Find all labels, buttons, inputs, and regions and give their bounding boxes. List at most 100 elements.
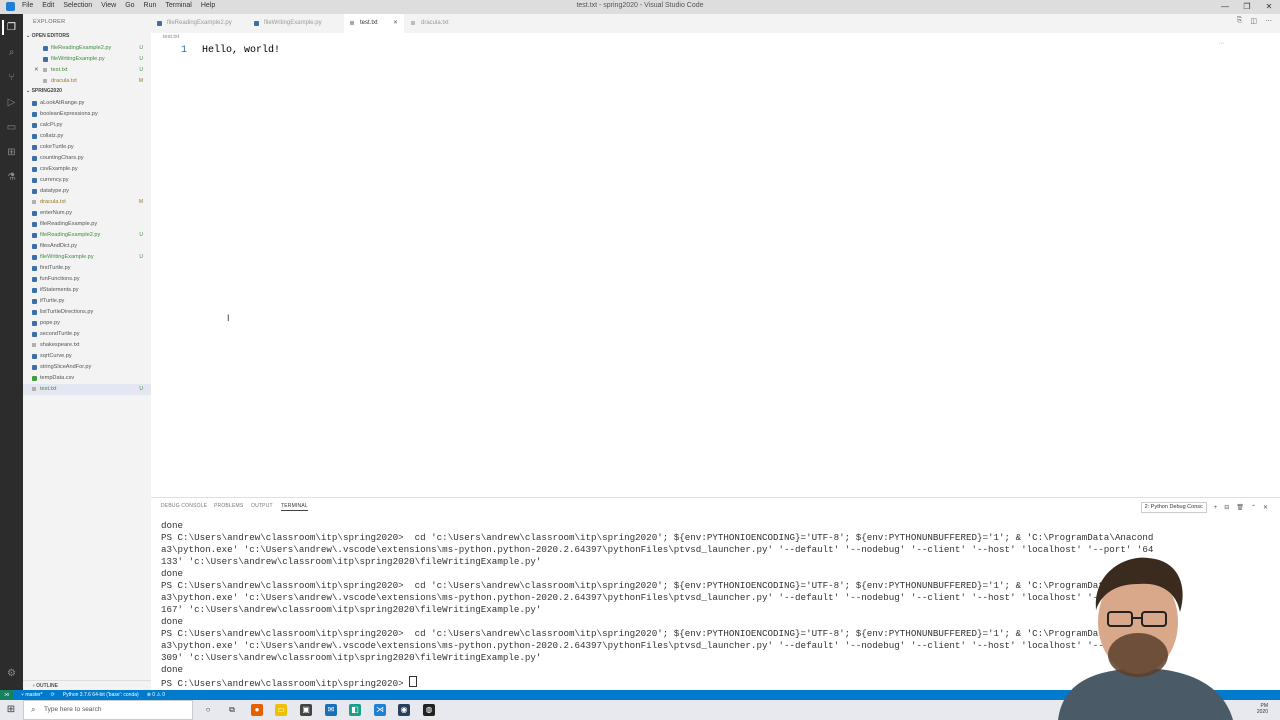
file-item[interactable]: fileWritingExample.py U [23, 54, 151, 65]
extensions-icon[interactable]: ⊞ [4, 145, 19, 160]
file-item[interactable]: ifStatements.py [23, 285, 151, 296]
branch-indicator[interactable]: ⑂ master* [21, 690, 43, 700]
remote-icon[interactable]: ⋊ [0, 690, 13, 700]
sync-icon[interactable]: ⟳ [51, 690, 55, 700]
obs-icon[interactable]: ◍ [423, 704, 435, 716]
python-file-icon [32, 134, 37, 139]
outline-section[interactable]: › OUTLINE [23, 680, 151, 690]
tab-dracula-txt[interactable]: dracula.txt [405, 14, 465, 33]
flask-icon[interactable]: ⚗ [4, 170, 19, 185]
file-item[interactable]: booleanExpressions.py [23, 109, 151, 120]
tab-debug-console[interactable]: DEBUG CONSOLE [161, 503, 207, 509]
file-item[interactable]: csvExample.py [23, 164, 151, 175]
close-editor-icon[interactable]: ✕ [34, 65, 39, 76]
activity-bar: ❐ ⌕ ⑂ ▷ ▭ ⊞ ⚗ ⚙ [0, 14, 23, 690]
close-panel-icon[interactable]: ✕ [1263, 504, 1268, 511]
file-item[interactable]: ✕ test.txt U [23, 65, 151, 76]
source-control-icon[interactable]: ⑂ [4, 70, 19, 85]
terminal-line: 133' 'c:\Users\andrew\classroom\itp\spri… [161, 556, 542, 567]
tab-filewritingexample[interactable]: fileWritingExample.py [248, 14, 343, 33]
run-debug-icon[interactable]: ▷ [4, 95, 19, 110]
new-terminal-icon[interactable]: + [1214, 505, 1218, 511]
file-item[interactable]: dracula.txt M [23, 197, 151, 208]
open-changes-icon[interactable]: ⎘ [1237, 17, 1243, 25]
minimize-button[interactable]: — [1214, 0, 1236, 14]
split-terminal-icon[interactable]: ⊟ [1224, 504, 1229, 511]
search-icon[interactable]: ⌕ [4, 45, 19, 60]
tab-close-icon[interactable]: ✕ [393, 14, 398, 33]
taskbar-clock[interactable]: PM 2020 [1257, 703, 1268, 715]
firefox-icon[interactable]: ● [251, 704, 263, 716]
terminal-line: PS C:\Users\andrew\classroom\itp\spring2… [161, 580, 1154, 591]
folder-section[interactable]: ⌄ SPRING2020 [23, 87, 151, 96]
windows-start-icon[interactable]: ⊞ [5, 704, 17, 716]
file-item[interactable]: test.txt U [23, 384, 151, 395]
folder-title: SPRING2020 [31, 88, 62, 94]
split-editor-icon[interactable]: ◫ [1250, 17, 1257, 25]
file-explorer-icon[interactable]: ▭ [275, 704, 287, 716]
file-item[interactable]: funFunctions.py [23, 274, 151, 285]
file-item[interactable]: aLookAtRange.py [23, 98, 151, 109]
remote-explorer-icon[interactable]: ▭ [4, 120, 19, 135]
code-line[interactable]: Hello, world! [202, 45, 280, 56]
file-item[interactable]: fileReadingExample.py [23, 219, 151, 230]
python-file-icon [32, 178, 37, 183]
python-file-icon [157, 21, 162, 26]
file-item[interactable]: filesAndDict.py [23, 241, 151, 252]
cortana-icon[interactable]: ○ [202, 704, 214, 716]
file-item[interactable]: currency.py [23, 175, 151, 186]
file-item[interactable]: fileWritingExample.py U [23, 252, 151, 263]
app-icon[interactable]: ◧ [349, 704, 361, 716]
explorer-icon[interactable]: ❐ [2, 20, 19, 35]
file-item[interactable]: stringSliceAndFor.py [23, 362, 151, 373]
mail-icon[interactable]: ✉ [325, 704, 337, 716]
trash-icon[interactable]: 🗑 [1236, 504, 1244, 511]
file-item[interactable]: countingChars.py [23, 153, 151, 164]
python-file-icon [32, 233, 37, 238]
file-item[interactable]: collatz.py [23, 131, 151, 142]
terminal-line: a3\python.exe' 'c:\Users\andrew\.vscode\… [161, 544, 1154, 555]
file-item[interactable]: datatype.py [23, 186, 151, 197]
terminal-output[interactable]: done PS C:\Users\andrew\classroom\itp\spr… [161, 520, 1153, 690]
problems-indicator[interactable]: ⊗ 0 ⚠ 0 [147, 690, 165, 700]
gear-icon[interactable]: ⚙ [4, 666, 19, 681]
store-icon[interactable]: ▣ [300, 704, 312, 716]
file-item[interactable]: fileReadingExample2.py U [23, 230, 151, 241]
tab-problems[interactable]: PROBLEMS [214, 503, 243, 509]
file-item[interactable]: listTurtleDirections.py [23, 307, 151, 318]
minimap-dots: ··· [1218, 40, 1225, 47]
title-bar: File Edit Selection View Go Run Terminal… [0, 0, 1280, 14]
tab-test-txt[interactable]: test.txt ✕ [344, 14, 404, 33]
file-name: booleanExpressions.py [40, 111, 98, 117]
steam-icon[interactable]: ◉ [398, 704, 410, 716]
editor-area[interactable]: 1 Hello, world! ··· [151, 40, 1280, 495]
file-name: ifStatements.py [40, 287, 79, 293]
more-actions-icon[interactable]: ⋯ [1265, 17, 1272, 25]
file-item[interactable]: firstTurtle.py [23, 263, 151, 274]
file-item[interactable]: dracula.txt M [23, 76, 151, 87]
maximize-button[interactable]: ❐ [1236, 0, 1258, 14]
maximize-panel-icon[interactable]: ⌃ [1251, 504, 1256, 511]
file-item[interactable]: fileReadingExample2.py U [23, 43, 151, 54]
open-editors-section[interactable]: ⌄ OPEN EDITORS [23, 32, 151, 41]
taskbar-search[interactable]: ⌕ Type here to search [23, 700, 193, 720]
tab-terminal[interactable]: TERMINAL [281, 503, 308, 511]
tab-output[interactable]: OUTPUT [251, 503, 273, 509]
task-view-icon[interactable]: ⧉ [226, 704, 238, 716]
vscode-taskbar-icon[interactable]: ⋊ [374, 704, 386, 716]
file-item[interactable]: tempData.csv [23, 373, 151, 384]
terminal-select[interactable]: 2: Python Debug Consc [1140, 502, 1207, 513]
file-item[interactable]: ifTurtle.py [23, 296, 151, 307]
file-item[interactable]: enterNum.py [23, 208, 151, 219]
file-item[interactable]: calcPi.py [23, 120, 151, 131]
file-item[interactable]: colorTurtle.py [23, 142, 151, 153]
file-item[interactable]: pope.py [23, 318, 151, 329]
python-interpreter[interactable]: Python 3.7.6 64-bit ('base': conda) [63, 690, 139, 700]
tab-filereadingexample2[interactable]: fileReadingExample2.py [151, 14, 246, 33]
close-window-button[interactable]: ✕ [1258, 0, 1280, 14]
file-item[interactable]: secondTurtle.py [23, 329, 151, 340]
open-editors-title: OPEN EDITORS [31, 33, 70, 39]
file-item[interactable]: shakespeare.txt [23, 340, 151, 351]
file-item[interactable]: sqrtCurve.py [23, 351, 151, 362]
terminal-line: a3\python.exe' 'c:\Users\andrew\.vscode\… [161, 640, 1154, 651]
